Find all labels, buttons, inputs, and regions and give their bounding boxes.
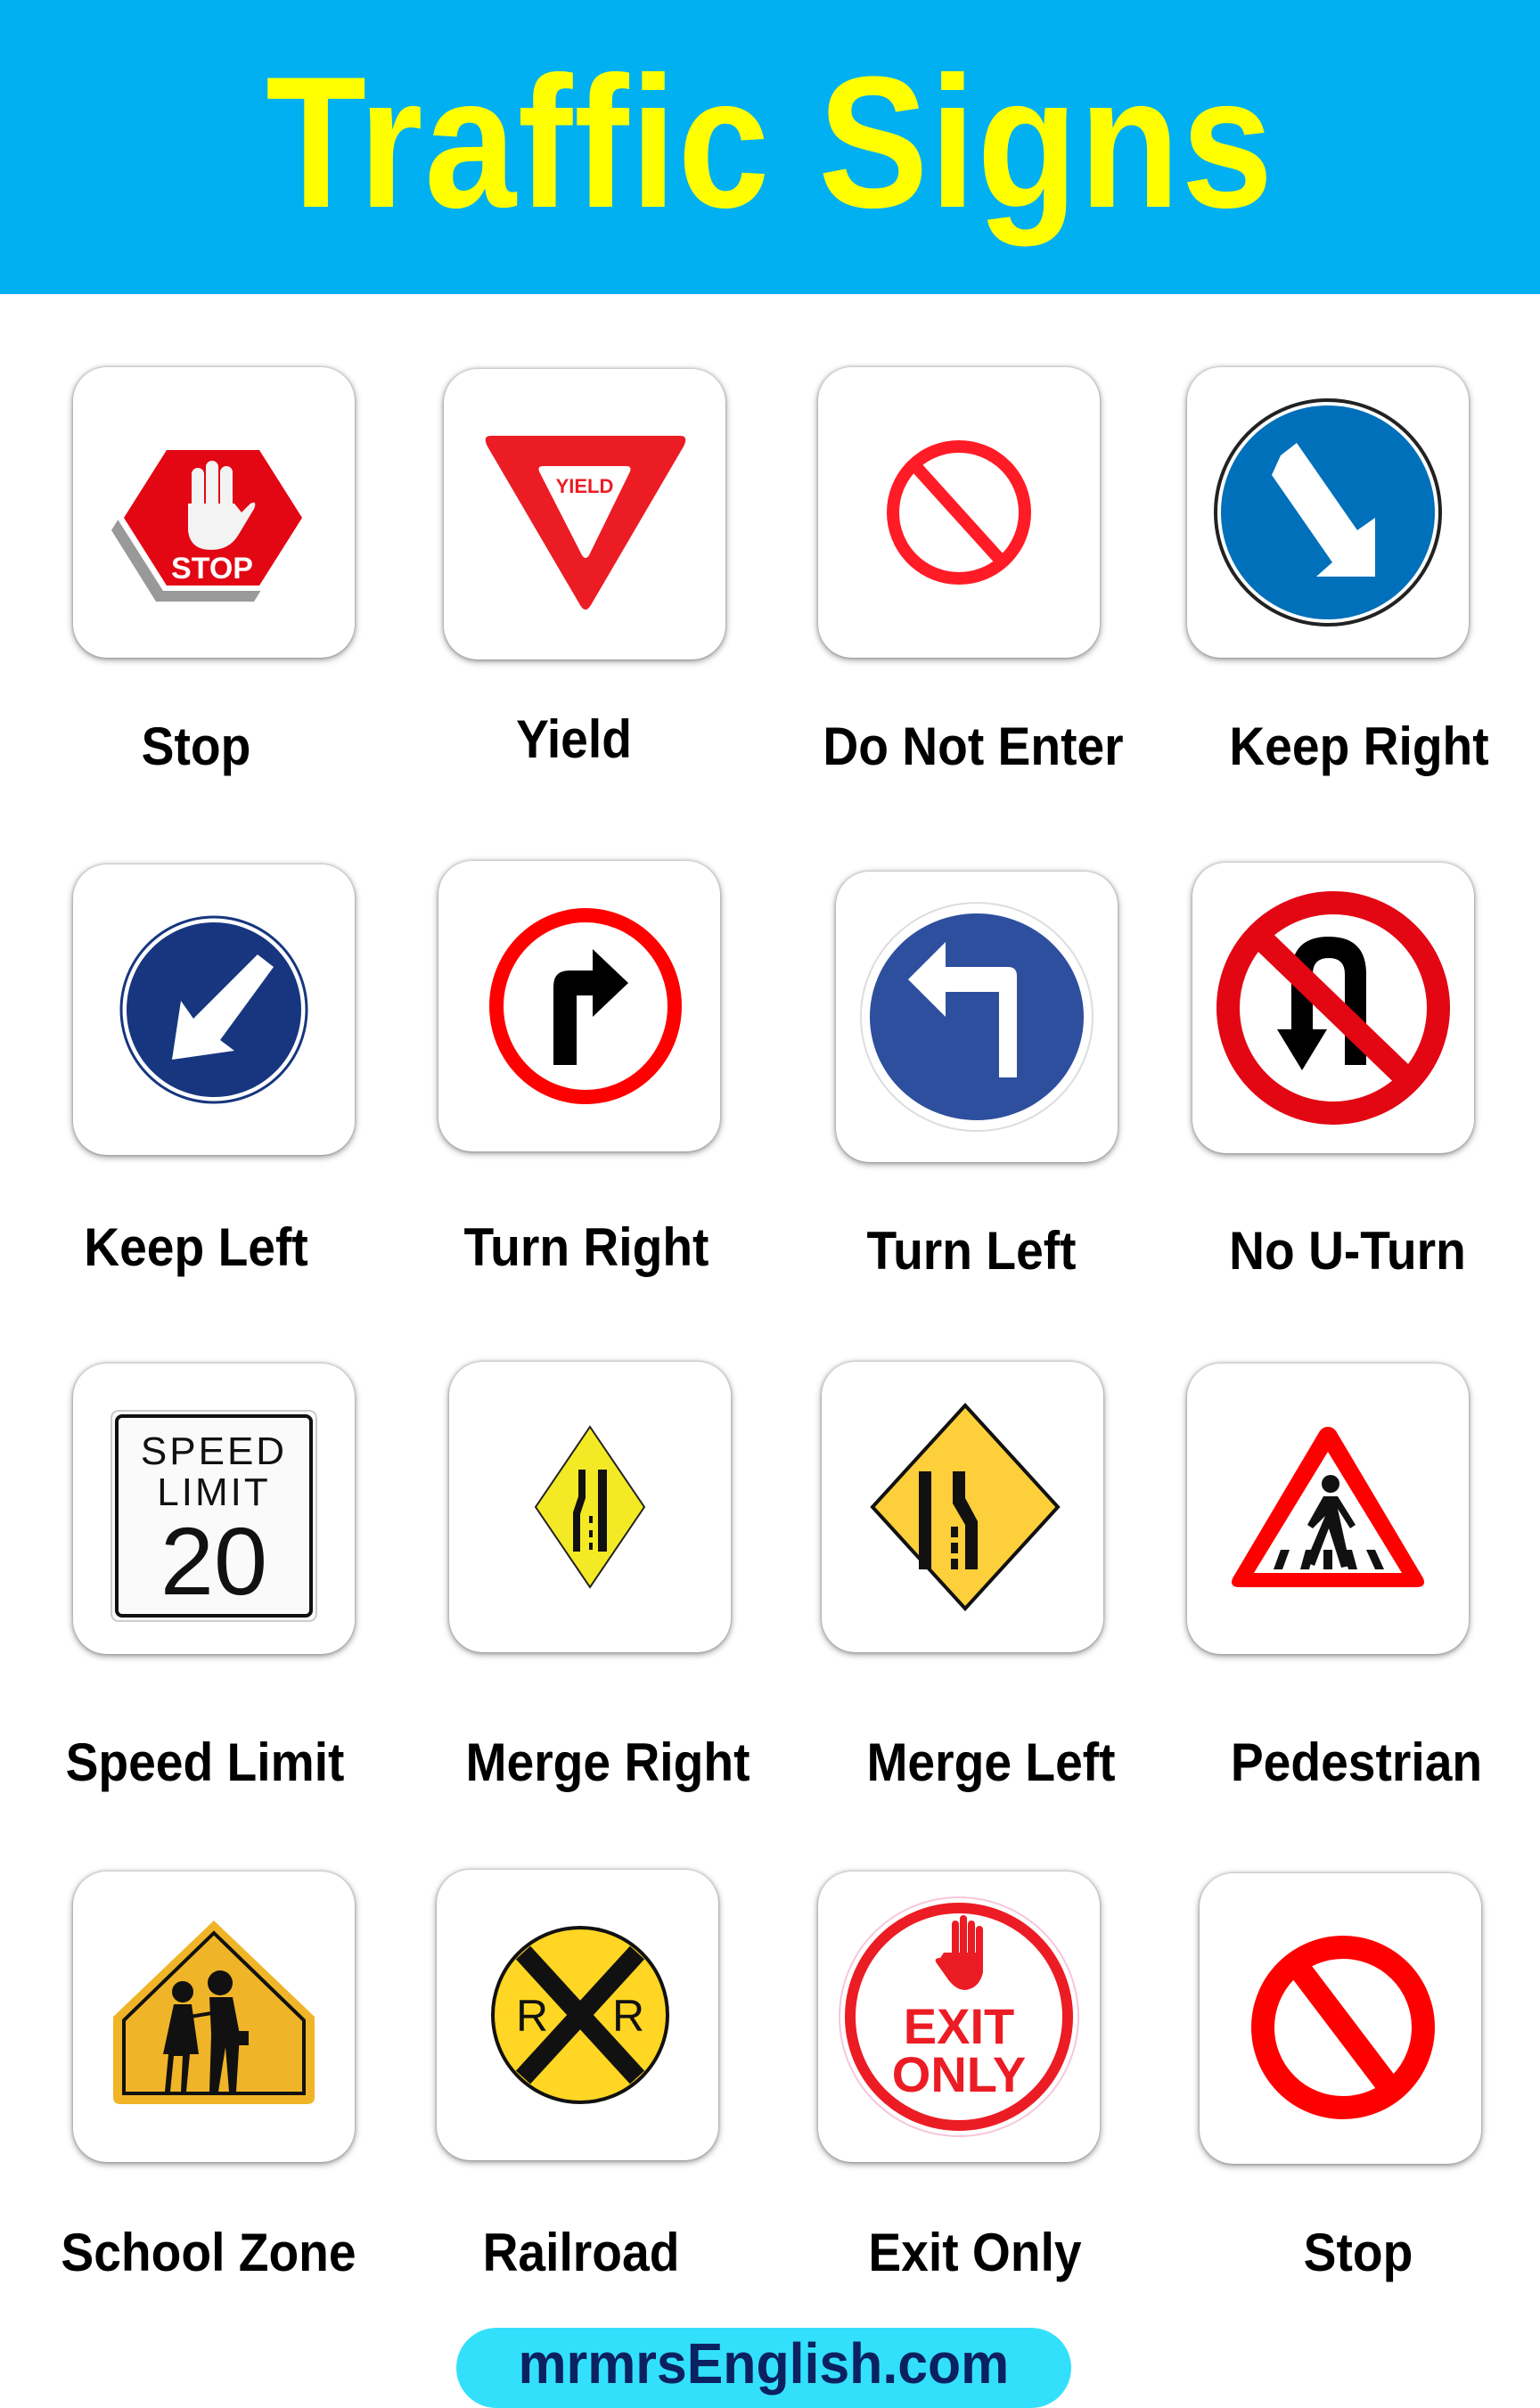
sign-label: Merge Right xyxy=(465,1732,750,1792)
sign-label: School Zone xyxy=(61,2223,356,2282)
sign-card-railroad: R R xyxy=(437,1870,718,2160)
sign-label: No U-Turn xyxy=(1229,1221,1466,1281)
sign-label: Turn Left xyxy=(866,1221,1077,1281)
sign-card-school-zone xyxy=(73,1872,355,2162)
sign-label: Speed Limit xyxy=(65,1732,345,1792)
sign-label: Exit Only xyxy=(868,2223,1082,2282)
sign-label: Yield xyxy=(516,709,632,769)
sign-label: Keep Left xyxy=(84,1217,308,1277)
svg-text:SPEED: SPEED xyxy=(141,1429,287,1473)
svg-text:R: R xyxy=(516,1991,548,2041)
keep-left-arrow-icon xyxy=(119,915,308,1104)
stop-hand-octagon-icon: STOP xyxy=(111,445,309,602)
speed-limit-sign-icon: SPEED LIMIT 20 xyxy=(111,1410,317,1622)
sign-card-stop-prohibition xyxy=(1200,1873,1481,2164)
page-title: Traffic Signs xyxy=(266,37,1274,247)
sign-label: Stop xyxy=(1303,2223,1413,2282)
sign-card-keep-left xyxy=(73,864,355,1155)
svg-text:20: 20 xyxy=(160,1507,267,1615)
prohibition-circle-icon xyxy=(1251,1936,1435,2119)
sign-card-yield: YIELD xyxy=(444,369,725,659)
exit-only-hand-icon: EXIT ONLY xyxy=(839,1896,1079,2137)
sign-card-stop: STOP xyxy=(73,367,355,658)
sign-card-merge-right xyxy=(449,1362,731,1652)
svg-text:R: R xyxy=(612,1991,644,2041)
sign-card-pedestrian xyxy=(1187,1364,1469,1654)
sign-card-speed-limit: SPEED LIMIT 20 xyxy=(73,1364,355,1654)
sign-card-turn-right xyxy=(438,861,720,1151)
svg-text:ONLY: ONLY xyxy=(892,2046,1026,2102)
yield-triangle-icon: YIELD xyxy=(485,436,686,610)
svg-text:STOP: STOP xyxy=(171,552,253,586)
no-u-turn-icon xyxy=(1216,891,1450,1125)
railroad-crossing-icon: R R xyxy=(491,1926,669,2104)
sign-card-turn-left xyxy=(836,872,1118,1162)
sign-label: Keep Right xyxy=(1229,717,1489,776)
sign-label: Turn Right xyxy=(463,1217,709,1277)
sign-label: Railroad xyxy=(482,2223,680,2282)
sign-label: Merge Left xyxy=(866,1732,1116,1792)
pedestrian-crossing-icon xyxy=(1232,1427,1424,1587)
sign-label: Stop xyxy=(141,717,251,776)
merge-left-diamond-icon xyxy=(870,1403,1061,1611)
turn-right-arrow-icon xyxy=(489,908,682,1104)
sign-card-no-u-turn xyxy=(1192,863,1474,1153)
sign-card-exit-only: EXIT ONLY xyxy=(818,1872,1100,2162)
prohibition-circle-icon xyxy=(887,440,1031,585)
sign-card-keep-right xyxy=(1187,367,1469,658)
school-zone-pentagon-icon xyxy=(113,1921,315,2104)
svg-text:YIELD: YIELD xyxy=(556,475,614,497)
sign-card-do-not-enter xyxy=(818,367,1100,658)
sign-card-merge-left xyxy=(822,1362,1103,1652)
keep-right-arrow-icon xyxy=(1214,398,1442,627)
sign-label: Do Not Enter xyxy=(823,717,1124,776)
website-footer-pill[interactable]: mrmrsEnglish.com xyxy=(456,2328,1071,2408)
header-banner: Traffic Signs xyxy=(0,0,1540,294)
website-link[interactable]: mrmrsEnglish.com xyxy=(519,2335,1010,2408)
merge-right-diamond-icon xyxy=(534,1425,646,1589)
turn-left-arrow-icon xyxy=(860,902,1094,1132)
sign-label: Pedestrian xyxy=(1230,1732,1483,1792)
